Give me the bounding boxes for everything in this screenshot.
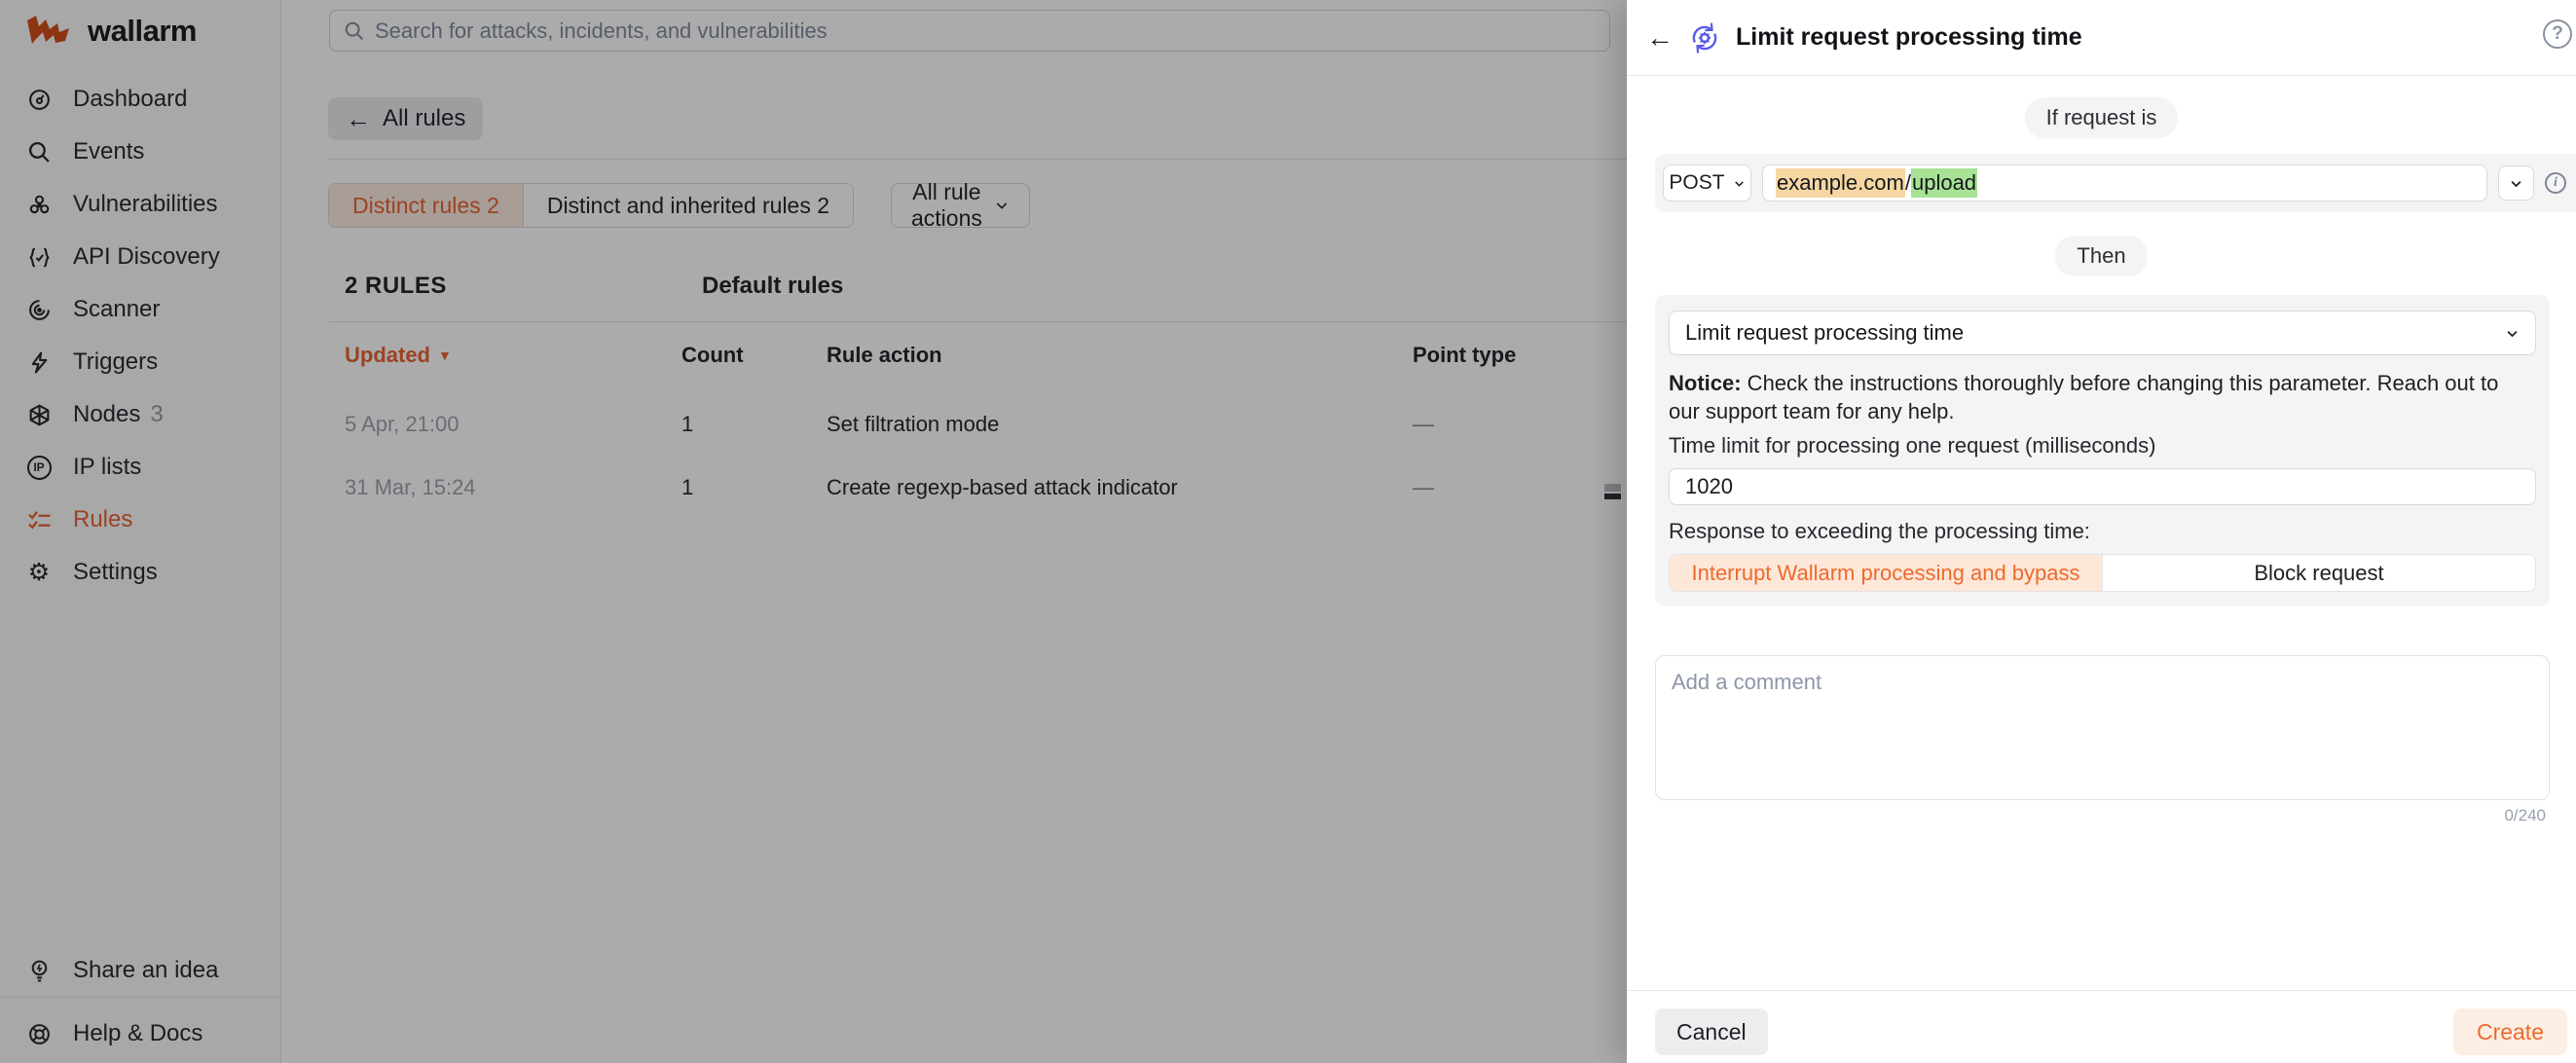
- rule-action-select[interactable]: Limit request processing time: [1669, 311, 2536, 355]
- rule-action-value: Limit request processing time: [1685, 320, 1964, 346]
- rule-drawer: ← Limit request processing time ? If req…: [1627, 0, 2576, 1063]
- info-icon[interactable]: i: [2545, 172, 2566, 194]
- help-icon[interactable]: ?: [2543, 19, 2572, 49]
- if-request-pill: If request is: [2025, 97, 2179, 138]
- drawer-header: ← Limit request processing time ?: [1627, 0, 2576, 76]
- time-limit-input[interactable]: [1669, 468, 2536, 505]
- create-button[interactable]: Create: [2453, 1008, 2567, 1055]
- notice-text: Notice: Check the instructions thoroughl…: [1669, 369, 2532, 425]
- option-interrupt-bypass[interactable]: Interrupt Wallarm processing and bypass: [1670, 555, 2102, 591]
- drawer-back-button[interactable]: ←: [1646, 24, 1674, 52]
- if-request-row: If request is: [1627, 97, 2576, 138]
- cancel-button[interactable]: Cancel: [1655, 1008, 1768, 1055]
- modal-backdrop[interactable]: [0, 0, 1627, 1063]
- drawer-title: Limit request processing time: [1736, 23, 2082, 52]
- request-condition-box: POST example.com/upload i: [1655, 154, 2576, 212]
- uri-path-token: upload: [1911, 168, 1977, 198]
- then-pill: Then: [2055, 236, 2147, 276]
- limit-processing-time-icon: [1687, 20, 1722, 55]
- time-limit-label: Time limit for processing one request (m…: [1669, 433, 2155, 458]
- add-condition-dropdown[interactable]: [2498, 165, 2534, 201]
- comment-textarea[interactable]: [1655, 655, 2550, 800]
- notice-label: Notice:: [1669, 371, 1742, 395]
- chevron-down-icon: [2505, 326, 2520, 341]
- response-mode-toggle: Interrupt Wallarm processing and bypass …: [1669, 554, 2536, 592]
- chevron-down-icon: [1733, 177, 1746, 190]
- rule-action-box: Limit request processing time Notice: Ch…: [1655, 295, 2550, 606]
- option-block-request[interactable]: Block request: [2102, 555, 2535, 591]
- request-uri-input[interactable]: example.com/upload: [1762, 165, 2487, 202]
- comment-field-wrap: [1655, 655, 2550, 800]
- response-mode-label: Response to exceeding the processing tim…: [1669, 519, 2090, 544]
- http-method-select[interactable]: POST: [1663, 165, 1751, 202]
- http-method-value: POST: [1669, 171, 1724, 195]
- then-row: Then: [1627, 236, 2576, 276]
- footer-divider: [1627, 990, 2576, 991]
- chevron-down-icon: [2509, 176, 2523, 191]
- comment-char-counter: 0/240: [2504, 806, 2546, 825]
- uri-host-token: example.com: [1776, 168, 1905, 198]
- notice-body: Check the instructions thoroughly before…: [1669, 371, 2498, 423]
